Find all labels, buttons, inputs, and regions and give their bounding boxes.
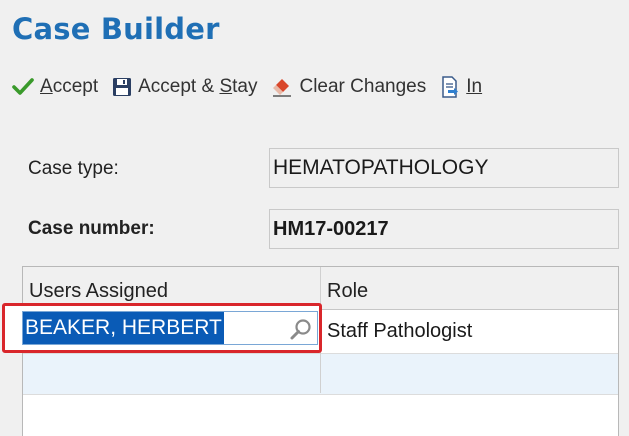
toolbar: Accept Accept & Stay Clear Changes In xyxy=(12,72,496,102)
page-title: Case Builder xyxy=(12,12,220,46)
role-cell[interactable]: Staff Pathologist xyxy=(321,309,618,353)
user-search-input[interactable]: BEAKER, HERBERT xyxy=(22,311,318,345)
case-type-field[interactable]: HEMATOPATHOLOGY xyxy=(269,148,619,188)
column-header-role[interactable]: Role xyxy=(321,267,618,309)
clear-changes-button[interactable]: Clear Changes xyxy=(271,76,426,98)
case-number-field[interactable]: HM17-00217 xyxy=(269,209,619,249)
column-divider xyxy=(320,353,321,393)
save-icon xyxy=(112,77,132,97)
eraser-icon xyxy=(271,77,293,97)
accept-stay-button[interactable]: Accept & Stay xyxy=(112,76,257,98)
case-type-label: Case type: xyxy=(28,158,119,179)
accept-button[interactable]: Accept xyxy=(12,76,98,98)
case-number-label: Case number: xyxy=(28,218,155,239)
search-icon[interactable] xyxy=(289,317,313,346)
user-selected-text: BEAKER, HERBERT xyxy=(23,312,224,344)
import-button[interactable]: In xyxy=(440,76,482,98)
check-icon xyxy=(12,78,34,96)
import-icon xyxy=(440,76,460,98)
